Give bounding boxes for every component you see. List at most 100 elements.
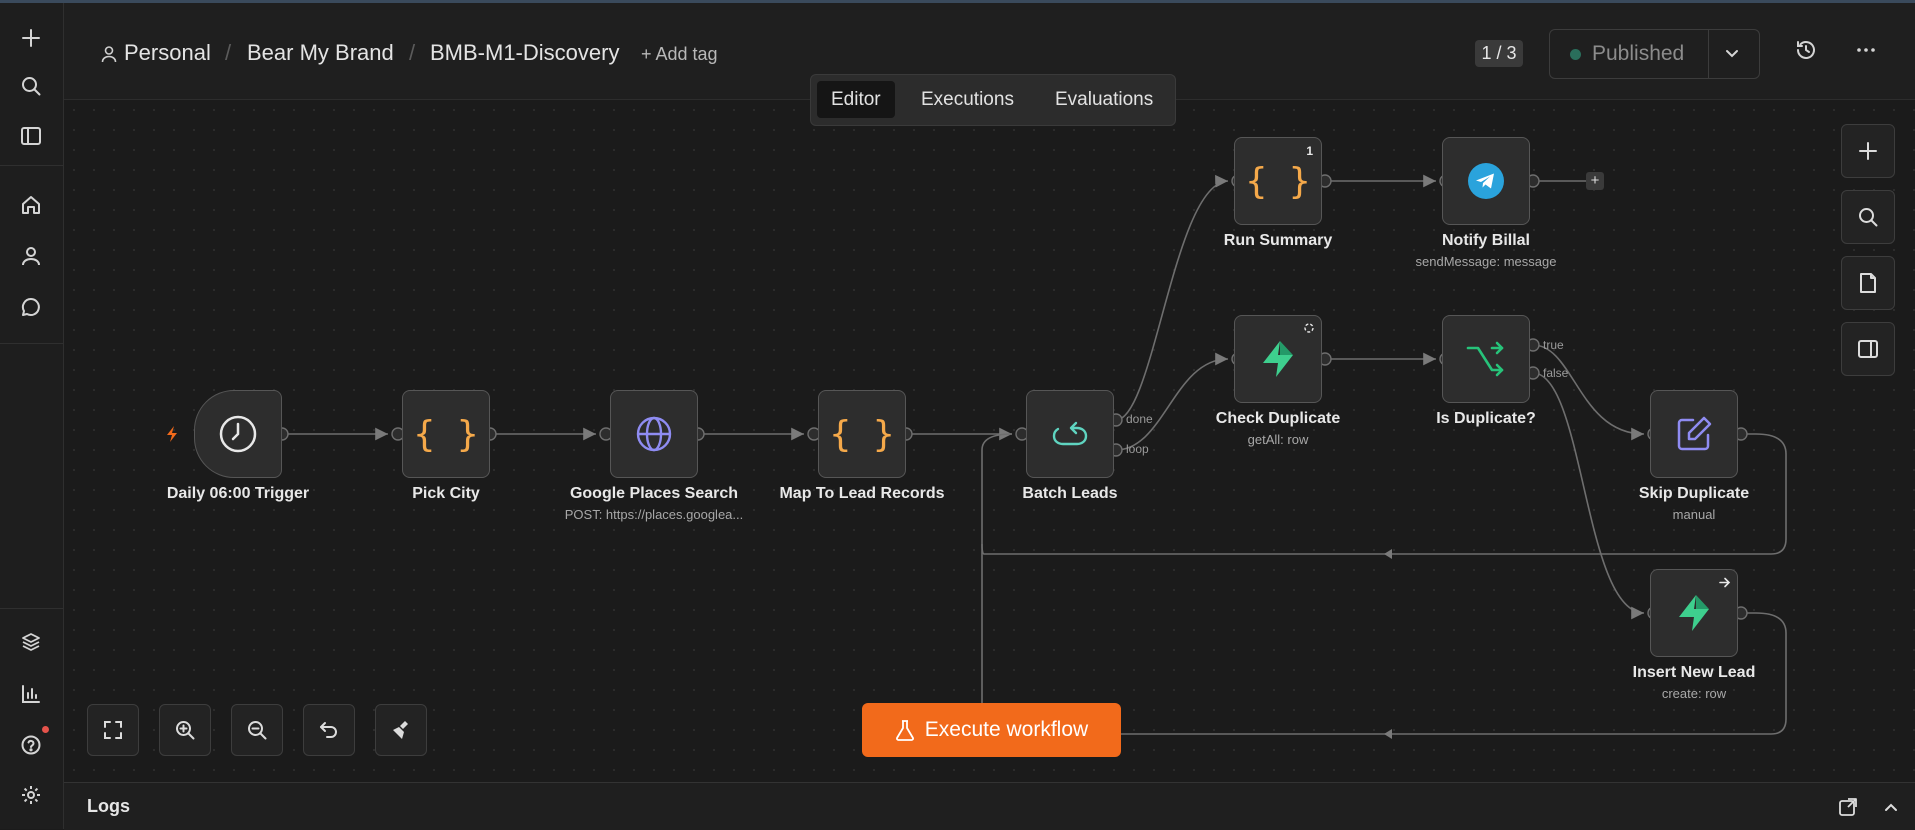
node-is-duplicate[interactable]: [1442, 315, 1530, 403]
execute-workflow-button[interactable]: Execute workflow: [862, 703, 1121, 757]
node-insert-new-lead[interactable]: [1650, 569, 1738, 657]
supabase-icon: [1263, 341, 1293, 377]
fit-view-button[interactable]: [87, 704, 139, 756]
history-icon[interactable]: [1794, 38, 1818, 62]
zoom-in-button[interactable]: [159, 704, 211, 756]
version-counter: 1 / 3: [1475, 40, 1523, 67]
help-icon[interactable]: [16, 730, 46, 760]
node-label: Daily 06:00 Trigger: [166, 485, 310, 502]
chat-icon[interactable]: [16, 292, 46, 322]
node-subtitle: POST: https://places.googlea...: [564, 507, 744, 522]
person-icon: [101, 46, 117, 63]
node-pick-city[interactable]: { }: [402, 390, 490, 478]
toggle-panel-button[interactable]: [1841, 322, 1895, 376]
node-label: Check Duplicate: [1215, 410, 1341, 427]
note-icon: [1860, 273, 1876, 293]
add-icon[interactable]: [16, 23, 46, 53]
node-label: Pick City: [412, 485, 480, 502]
status-dot: [1570, 49, 1581, 60]
node-label: Is Duplicate?: [1436, 410, 1536, 427]
node-label: Batch Leads: [1022, 485, 1118, 502]
node-map-to-lead-records[interactable]: { }: [818, 390, 906, 478]
publish-status-button[interactable]: Published: [1549, 29, 1760, 79]
undo-button[interactable]: [303, 704, 355, 756]
logs-panel[interactable]: Logs: [64, 782, 1915, 830]
node-notify-billal[interactable]: [1442, 137, 1530, 225]
insights-icon[interactable]: [16, 679, 46, 709]
port-label-false: false: [1543, 366, 1569, 380]
loop-icon: [1052, 421, 1088, 446]
code-braces-icon: { }: [1245, 160, 1311, 202]
code-braces-icon: { }: [413, 413, 479, 455]
breadcrumb-project[interactable]: Bear My Brand: [247, 40, 394, 66]
zoom-in-icon: [176, 721, 195, 740]
node-check-duplicate[interactable]: [1234, 315, 1322, 403]
polling-icon: [1304, 323, 1314, 333]
left-sidebar: [0, 3, 64, 829]
notification-dot: [42, 726, 49, 733]
node-subtitle: create: row: [1661, 686, 1727, 701]
add-tag-button[interactable]: + Add tag: [641, 44, 718, 65]
tab-evaluations[interactable]: Evaluations: [1041, 81, 1167, 118]
user-icon[interactable]: [16, 241, 46, 271]
tab-executions[interactable]: Executions: [907, 81, 1028, 118]
home-icon[interactable]: [16, 190, 46, 220]
add-next-node-button[interactable]: +: [1586, 172, 1604, 190]
execute-workflow-label: Execute workflow: [924, 718, 1089, 741]
view-tabs: Editor Executions Evaluations: [810, 74, 1176, 126]
edit-icon: [1677, 416, 1712, 451]
node-label: Insert New Lead: [1632, 664, 1756, 681]
chevron-down-icon[interactable]: [1721, 42, 1743, 64]
node-subtitle: manual: [1672, 507, 1716, 522]
execution-count-badge: 1: [1306, 144, 1313, 158]
search-nodes-button[interactable]: [1841, 190, 1895, 244]
node-label: Skip Duplicate: [1638, 485, 1750, 502]
panel-right-icon: [1858, 340, 1878, 358]
tab-editor[interactable]: Editor: [817, 81, 895, 118]
fullscreen-icon: [104, 721, 122, 739]
settings-icon[interactable]: [16, 780, 46, 810]
port-label-true: true: [1543, 338, 1564, 352]
supabase-icon: [1679, 595, 1709, 631]
workflow-canvas[interactable]: Daily 06:00 Trigger { } Pick City Google…: [64, 100, 1915, 782]
zoom-out-button[interactable]: [231, 704, 283, 756]
plus-icon: [1859, 142, 1877, 160]
code-braces-icon: { }: [829, 413, 895, 455]
node-label: Google Places Search: [569, 485, 739, 502]
node-daily-trigger[interactable]: [194, 390, 282, 478]
node-subtitle: getAll: row: [1247, 432, 1309, 447]
toggle-sidebar-icon[interactable]: [16, 121, 46, 151]
templates-icon[interactable]: [16, 628, 46, 658]
node-batch-leads[interactable]: [1026, 390, 1114, 478]
clock-icon: [219, 415, 257, 453]
more-options-icon[interactable]: [1854, 38, 1878, 62]
tidy-up-button[interactable]: [375, 704, 427, 756]
breadcrumb-separator: /: [225, 40, 232, 65]
globe-icon: [636, 416, 672, 452]
node-subtitle: sendMessage: message: [1415, 254, 1557, 269]
node-label: Run Summary: [1223, 232, 1333, 249]
node-run-summary[interactable]: 1 { }: [1234, 137, 1322, 225]
node-google-places-search[interactable]: [610, 390, 698, 478]
port-label-loop: loop: [1126, 442, 1149, 456]
breadcrumb-separator: /: [409, 40, 416, 65]
search-icon[interactable]: [16, 71, 46, 101]
sticky-note-button[interactable]: [1841, 256, 1895, 310]
search-icon: [1859, 208, 1878, 227]
pop-out-icon[interactable]: [1838, 797, 1858, 817]
logs-title: Logs: [87, 796, 130, 816]
chevron-up-icon[interactable]: [1882, 798, 1900, 816]
telegram-icon: [1468, 163, 1504, 199]
breadcrumb-personal[interactable]: Personal: [124, 40, 211, 66]
workflow-name[interactable]: BMB-M1-Discovery: [430, 40, 619, 66]
publish-status-label: Published: [1592, 42, 1685, 65]
zoom-out-icon: [248, 721, 267, 740]
undo-icon: [320, 722, 337, 738]
broom-icon: [393, 721, 408, 739]
node-skip-duplicate[interactable]: [1650, 390, 1738, 478]
flask-icon: [895, 720, 914, 741]
if-branch-icon: [1466, 341, 1504, 377]
node-label: Notify Billal: [1441, 232, 1531, 249]
add-node-button[interactable]: [1841, 124, 1895, 178]
node-label: Map To Lead Records: [779, 485, 945, 502]
